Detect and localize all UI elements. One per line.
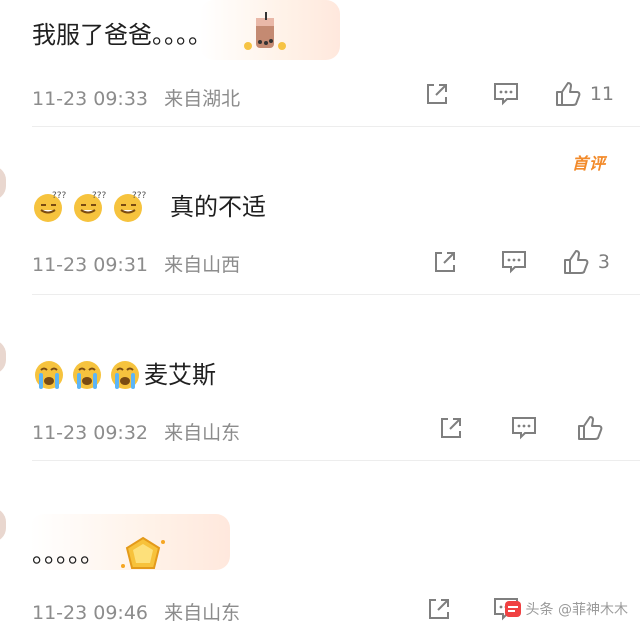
comment-button[interactable] [492,81,520,107]
comment-icon [501,251,526,274]
share-icon [441,418,461,438]
comment-location: 来自湖北 [164,88,241,110]
sweat-emoji-icon: ??? [74,191,106,222]
comment-button[interactable] [510,415,538,441]
bubble-tea-sticker-icon [244,12,286,50]
share-button[interactable] [432,249,458,275]
comment-date: 11-23 09:32 [32,422,149,444]
comment-text: 麦艾斯 [32,358,216,392]
watermark-text: 头条 @菲神木木 [525,602,628,618]
share-button[interactable] [438,415,464,441]
comment-location: 来自山东 [164,422,241,444]
comment-text-content: 真的不适 [170,193,266,221]
like-button[interactable] [576,414,612,442]
comment-3: 麦艾斯 11-23 09:32 来自山东 [0,296,640,462]
share-icon [426,84,447,104]
comment-meta: 11-23 09:46 来自山东 [32,598,250,625]
comment-location: 来自山西 [164,254,241,276]
comment-text: ??? ??? ??? 真的不适 [32,190,266,224]
comment-text-content: 麦艾斯 [144,361,216,389]
divider [32,460,640,461]
comment-icon [512,417,536,440]
comment-date: 11-23 09:33 [32,88,149,110]
comment-actions: 3 [432,248,614,276]
sweat-emoji-icon: ??? [114,191,146,222]
comment-meta: 11-23 09:31 来自山西 [32,250,250,277]
comment-2: ??? ??? ??? 真的不适 11-23 09:31 来自山西 3 [0,128,640,296]
comment-button[interactable] [500,249,528,275]
share-button[interactable] [424,81,450,107]
watermark: 头条 @菲神木木 [504,599,628,619]
share-icon [429,599,449,619]
svg-text:???: ??? [92,191,106,201]
divider [32,126,640,127]
svg-text:???: ??? [132,191,146,201]
comment-text: 我服了爸爸。。。。 [32,10,296,60]
comment-actions: 11 [424,80,614,108]
svg-text:???: ??? [52,191,66,201]
comment-meta: 11-23 09:32 来自山东 [32,418,250,445]
like-count: 3 [597,251,610,273]
comment-actions [438,414,612,442]
like-button[interactable]: 11 [554,80,614,108]
share-button[interactable] [426,596,452,622]
crying-emoji-icon [111,361,139,389]
crying-emoji-icon [73,361,101,389]
sweat-emoji-icon: ??? [34,191,66,222]
comment-date: 11-23 09:31 [32,254,149,276]
comment-date: 11-23 09:46 [32,602,149,624]
comment-text-content: 我服了爸爸。。。。 [32,21,212,49]
divider [32,294,640,295]
gold-gem-icon [121,536,165,569]
comment-icon [493,83,518,106]
comment-text-content: 。。。。。 [32,540,104,568]
like-count: 11 [589,83,614,105]
comment-meta: 11-23 09:33 来自湖北 [32,84,250,111]
thumbs-up-icon [563,250,589,274]
comment-text: 。。。。。 [32,532,168,576]
comment-location: 来自山东 [164,602,241,624]
toutiao-logo-icon [504,601,521,617]
thumbs-up-icon [555,82,581,106]
crying-emoji-icon [35,361,63,389]
thumbs-up-icon [578,416,603,440]
share-icon [434,252,455,272]
like-button[interactable]: 3 [562,248,610,276]
comment-1: 我服了爸爸。。。。 11-23 09:33 来自湖北 11 [0,0,640,128]
